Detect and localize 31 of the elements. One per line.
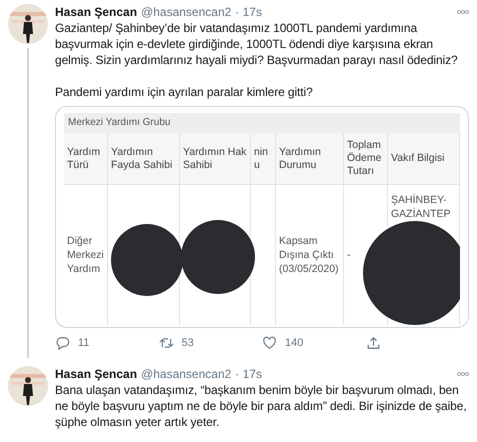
share-icon	[366, 336, 380, 350]
tweet-text: Gaziantep/ Şahinbey’de bir vatandaşımız 1000TL pandemi yardımına başvurmak için e-devlete girdiğinde, 1000TL ödendi diye karşısına ekran gelmiş. Sizin yardımlarınız hayali miydi? Başvurmadan parayı nasıl ödediniz?	[55, 20, 459, 68]
column-header: Yardımın Hak Sahibi	[180, 133, 251, 185]
tweet-text: Pandemi yardımı için ayrılan paralar kimlere gitti?	[55, 84, 314, 100]
column-header: Vakıf Bilgisi	[388, 133, 460, 185]
speech-bubble-icon	[55, 336, 70, 350]
more-icon[interactable]	[457, 372, 469, 376]
timestamp[interactable]: · 17s	[235, 5, 262, 19]
avatar[interactable]	[8, 366, 48, 406]
column-header: nin u	[251, 133, 276, 185]
table-screenshot-card[interactable]	[55, 106, 469, 328]
timestamp[interactable]: · 17s	[235, 367, 262, 381]
avatar[interactable]	[8, 4, 48, 44]
column-header: Toplam Ödeme Tutarı	[344, 133, 388, 185]
retweet-icon	[158, 336, 174, 350]
author-name[interactable]: Hasan Şencan	[55, 367, 138, 381]
table-cell: Diğer Merkezi Yardım	[64, 185, 108, 325]
like-button[interactable]: 140	[262, 336, 366, 350]
more-icon[interactable]	[457, 10, 469, 14]
author-name[interactable]: Hasan Şencan	[55, 5, 138, 19]
table-cell: Kapsam Dışına Çıktı (03/05/2020)	[276, 185, 344, 325]
reply-button[interactable]: 11	[55, 336, 158, 350]
author-handle[interactable]: @hasansencan2	[141, 367, 232, 381]
column-header: Yardımın Durumu	[276, 133, 344, 185]
heart-icon	[262, 336, 277, 350]
author-handle[interactable]: @hasansencan2	[141, 5, 232, 19]
tweet-text: Bana ulaşan vatandaşımız, “başkanım benim böyle bir başvurum olmadı, ben ne böyle başvuru yaptım ne de böyle bir para aldım” dedi. Bir işinizde de şaibe, şüphe olmasın yeter artık yeter.	[55, 382, 468, 430]
group-title: Merkezi Yardımı Grubu	[64, 113, 460, 133]
column-header: Yardım Türü	[64, 133, 108, 185]
retweet-button[interactable]: 53	[158, 336, 262, 350]
column-header: Yardımın Fayda Sahibi	[108, 133, 180, 185]
